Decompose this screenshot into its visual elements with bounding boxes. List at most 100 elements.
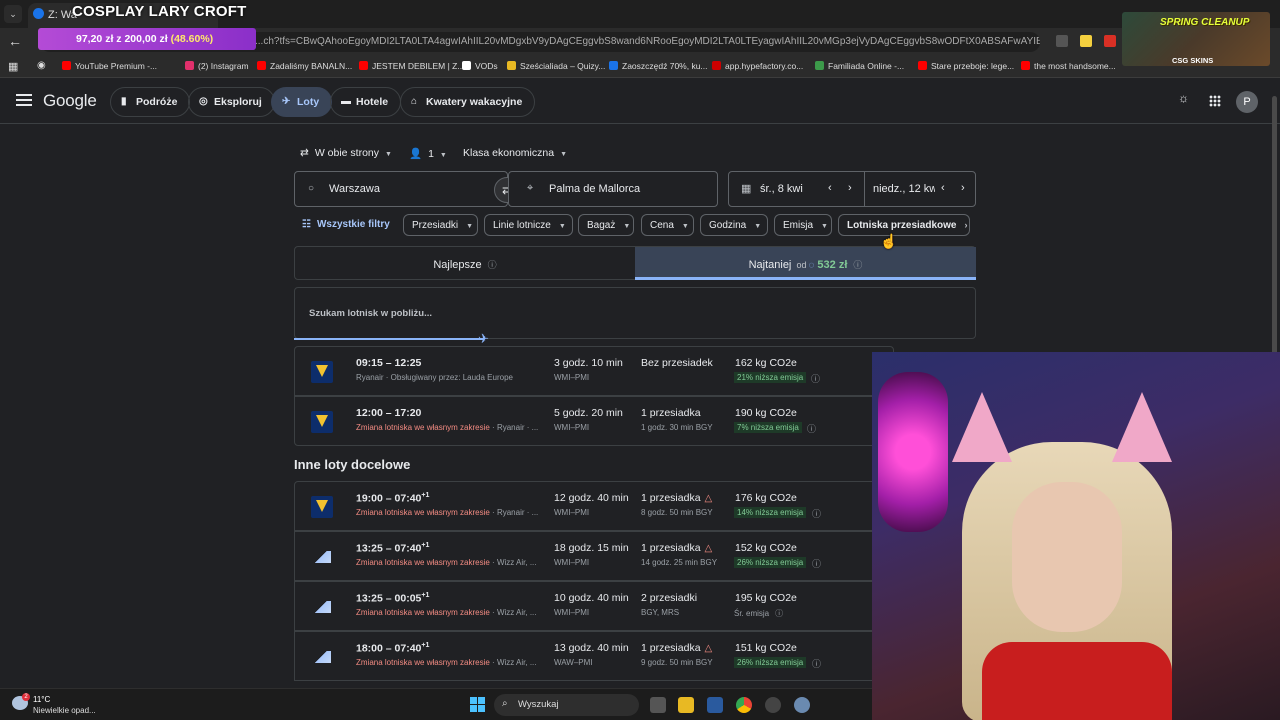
info-icon[interactable]: ⓘ — [807, 422, 816, 435]
info-icon[interactable]: ⓘ — [812, 507, 821, 520]
tab-best[interactable]: Najlepsze ⓘ — [295, 247, 635, 279]
all-filters-button[interactable]: ☷ Wszystkie filtry — [302, 219, 390, 230]
nav-hotels[interactable]: ▬ Hotele — [330, 87, 402, 117]
flight-row[interactable]: 12:00 – 17:20 Zmiana lotniska we własnym… — [294, 396, 894, 446]
search-status-card: Szukam lotnisk w pobliżu... — [294, 287, 976, 339]
bookmark-familiada[interactable]: Familiada Online -... — [815, 61, 904, 71]
bookmark-youtube[interactable]: Zadaliśmy BANALN... — [257, 61, 352, 71]
flight-row[interactable]: 18:00 – 07:40+1 Zmiana lotniska we własn… — [294, 631, 894, 681]
nav-vacation-rentals[interactable]: ⌂ Kwatery wakacyjne — [400, 87, 536, 117]
emission-badge: Śr. emisja ⓘ — [734, 607, 783, 620]
airline-info: Zmiana lotniska we własnym zakresie · Wi… — [356, 558, 546, 567]
obs-icon[interactable] — [765, 697, 781, 713]
filter-price[interactable]: Cena ▼ — [641, 214, 694, 236]
nav-explore[interactable]: ◎ Eksploruj — [188, 87, 275, 117]
chevron-down-icon: ▼ — [560, 151, 567, 158]
depart-date[interactable]: śr., 8 kwi — [760, 183, 803, 195]
bed-icon: ▬ — [341, 96, 351, 107]
section-title: Inne loty docelowe — [294, 457, 411, 472]
chevron-right-icon[interactable]: › — [961, 182, 965, 194]
return-date[interactable]: niedz., 12 kwi — [873, 183, 935, 195]
bookmark-hypefactory[interactable]: app.hypefactory.co... — [712, 61, 803, 71]
filter-label: Linie lotnicze — [493, 220, 551, 231]
info-icon[interactable]: ⓘ — [812, 557, 821, 570]
info-icon[interactable]: ⓘ — [488, 260, 497, 270]
store-icon[interactable] — [707, 697, 723, 713]
flight-stops: 1 przesiadka △ — [641, 542, 712, 554]
extension-icon[interactable] — [1080, 35, 1092, 47]
flight-route: WAW–PMI — [554, 658, 593, 667]
weather-description: Niewielkie opad... — [33, 706, 96, 715]
settings-gear-icon[interactable] — [794, 697, 810, 713]
filter-time[interactable]: Godzina ▼ — [700, 214, 768, 236]
chevron-left-icon[interactable]: ‹ — [828, 182, 832, 194]
destination-field[interactable]: ⌖ Palma de Mallorca — [508, 171, 718, 207]
filter-connecting-airports[interactable]: Lotniska przesiadkowe › — [838, 214, 970, 236]
emission-badge: 14% niższa emisja — [734, 507, 807, 518]
bookmark-instagram[interactable]: (2) Instagram — [185, 61, 249, 71]
extension-icon[interactable] — [1056, 35, 1068, 47]
weather-widget[interactable]: 2 11°C Niewielkie opad... — [10, 693, 130, 719]
theme-toggle-icon[interactable]: ☼ — [1178, 91, 1189, 105]
cat-ear-headphones-icon — [1112, 392, 1172, 462]
apps-grid-icon[interactable]: ▦ — [8, 60, 18, 73]
origin-field[interactable]: ○ Warszawa — [294, 171, 508, 207]
bookmark-label: app.hypefactory.co... — [725, 61, 804, 71]
filter-stops[interactable]: Przesiadki ▼ — [403, 214, 478, 236]
info-icon[interactable]: ⓘ — [853, 260, 862, 270]
google-logo[interactable]: Google — [43, 91, 97, 111]
info-icon[interactable]: ⓘ — [775, 609, 783, 618]
windows-start-icon[interactable] — [470, 697, 485, 712]
bookmark-youtube[interactable]: YouTube Premium -... — [62, 61, 157, 71]
emission-label: 26% niższa emisja — [737, 558, 804, 567]
chevron-right-icon[interactable]: › — [848, 182, 852, 194]
avatar[interactable]: P — [1236, 91, 1258, 113]
bookmark-youtube[interactable]: Stare przeboje: lege... — [918, 61, 1014, 71]
filter-bags[interactable]: Bagaż ▼ — [578, 214, 634, 236]
flight-stops: 1 przesiadka △ — [641, 492, 712, 504]
wizzair-logo-icon — [311, 546, 333, 568]
passengers-select[interactable]: 👤 1 ▼ — [409, 147, 447, 160]
stream-donation-goal: 97,20 zł z 200,00 zł (48.60%) — [38, 28, 256, 50]
date-field[interactable]: ▦ śr., 8 kwi ‹ › niedz., 12 kwi ‹ › — [728, 171, 976, 207]
trip-type-select[interactable]: ⇄ W obie strony ▼ — [300, 147, 392, 159]
calendar-icon: ▦ — [741, 183, 752, 195]
youtube-icon — [1021, 61, 1030, 70]
flight-row[interactable]: 13:25 – 07:40+1 Zmiana lotniska we własn… — [294, 531, 894, 581]
google-apps-icon[interactable] — [1209, 95, 1221, 107]
day-offset: +1 — [421, 492, 430, 499]
hamburger-menu-icon[interactable] — [16, 94, 32, 106]
flight-stops: 1 przesiadka — [641, 407, 701, 419]
tab-search-button[interactable]: ⌄ — [4, 5, 22, 23]
bookmark-deal[interactable]: Zaoszczędź 70%, ku... — [609, 61, 708, 71]
bookmarks-bar: ▦ ◉ YouTube Premium -... (2) Instagram Z… — [0, 56, 1280, 78]
flight-row[interactable]: 19:00 – 07:40+1 Zmiana lotniska we własn… — [294, 481, 894, 531]
tab-cheapest[interactable]: Najtaniej od ◌ 532 zł ⓘ — [635, 247, 976, 280]
bookmark-quiz[interactable]: Sześcialiada – Quizy... — [507, 61, 605, 71]
cabin-class-select[interactable]: Klasa ekonomiczna ▼ — [463, 147, 567, 159]
taskbar-search[interactable]: ⌕ Wyszukaj — [494, 694, 639, 716]
bookmark-youtube[interactable]: the most handsome... — [1021, 61, 1116, 71]
bookmark-youtube[interactable]: JESTEM DEBILEM | Z... — [359, 61, 464, 71]
airport-change-warning: Zmiana lotniska we własnym zakresie — [356, 508, 490, 517]
task-view-icon[interactable] — [650, 697, 666, 713]
flight-row[interactable]: 13:25 – 00:05+1 Zmiana lotniska we własn… — [294, 581, 894, 631]
info-icon[interactable]: ⓘ — [811, 372, 820, 385]
flight-row[interactable]: 09:15 – 12:25 Ryanair · Obsługiwany prze… — [294, 346, 894, 396]
all-filters-label: Wszystkie filtry — [316, 219, 390, 230]
back-arrow-icon[interactable]: ← — [8, 33, 22, 49]
bookmark-vods[interactable]: VODs — [462, 61, 498, 71]
file-explorer-icon[interactable] — [678, 697, 694, 713]
filter-airlines[interactable]: Linie lotnicze ▼ — [484, 214, 573, 236]
emission-label: 7% niższa emisja — [737, 423, 799, 432]
nav-flights[interactable]: ✈ Loty — [271, 87, 333, 117]
bookmark-label: Zaoszczędź 70%, ku... — [622, 61, 708, 71]
extension-icon[interactable] — [1104, 35, 1116, 47]
chrome-icon[interactable] — [736, 697, 752, 713]
info-icon[interactable]: ⓘ — [812, 657, 821, 670]
nav-travel[interactable]: ▮ Podróże — [110, 87, 191, 117]
chevron-left-icon[interactable]: ‹ — [941, 182, 945, 194]
flight-times: 13:25 – 07:40+1 — [356, 542, 429, 555]
browser-logo-icon[interactable]: ◉ — [37, 60, 46, 71]
filter-emissions[interactable]: Emisja ▼ — [774, 214, 832, 236]
